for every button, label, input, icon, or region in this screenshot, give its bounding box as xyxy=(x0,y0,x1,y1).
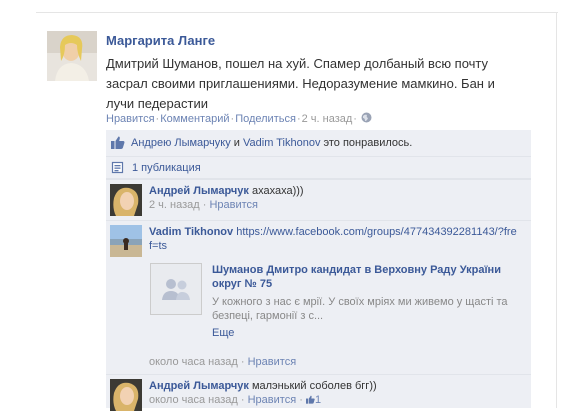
preview-description: У кожного з нас є мрії. У своїх мріях ми… xyxy=(212,296,508,322)
comment-text: малэнький соболев бгг)) xyxy=(248,380,377,392)
like-count-value: 1 xyxy=(314,394,322,406)
globe-icon[interactable] xyxy=(361,112,372,126)
feed-divider xyxy=(36,12,558,13)
comment-like-link[interactable]: Нравится xyxy=(248,356,297,368)
likes-suffix: это понравилось. xyxy=(320,137,413,149)
column-border xyxy=(556,12,557,408)
comment-author[interactable]: Андрей Лымарчук xyxy=(149,185,249,197)
comment-timestamp[interactable]: около часа назад xyxy=(149,356,238,368)
comment-author[interactable]: Vadim Tikhonov xyxy=(149,226,233,238)
comment-like-link[interactable]: Нравится xyxy=(248,394,297,406)
author-avatar[interactable] xyxy=(47,31,97,81)
share-icon xyxy=(111,161,124,177)
comment-timestamp[interactable]: 2 ч. назад xyxy=(149,199,200,211)
link-preview[interactable]: Шуманов Дмитро кандидат в Верховну Раду … xyxy=(150,263,520,347)
comment-like-count[interactable]: 1 xyxy=(305,394,322,406)
liker-link-2[interactable]: Vadim Tikhonov xyxy=(243,137,320,149)
comment-item: Vadim Tikhonov https://www.facebook.com/… xyxy=(106,220,531,376)
commenter-avatar[interactable] xyxy=(110,379,142,411)
comment-item: Андрей Лымарчук ахахаха))) 2 ч. назад · … xyxy=(106,179,531,220)
post-text: Дмитрий Шуманов, пошел на хуй. Спамер до… xyxy=(106,56,495,111)
preview-title[interactable]: Шуманов Дмитро кандидат в Верховну Раду … xyxy=(212,263,512,291)
comment-author[interactable]: Андрей Лымарчук xyxy=(149,380,249,392)
comment-body: Андрей Лымарчук ахахаха))) 2 ч. назад · … xyxy=(149,185,304,211)
comment-body: Vadim Tikhonov https://www.facebook.com/… xyxy=(149,225,519,253)
comment-body: Андрей Лымарчук малэнький соболев бгг)) … xyxy=(149,380,377,406)
shares-count[interactable]: 1 публикация xyxy=(132,162,201,174)
comment-meta: около часа назад · Нравится xyxy=(149,356,297,368)
comment-link[interactable]: Комментарий xyxy=(160,113,229,125)
comment-text: ахахаха))) xyxy=(248,185,304,197)
commenter-avatar[interactable] xyxy=(110,225,142,257)
commenter-avatar[interactable] xyxy=(110,184,142,216)
thumbs-up-icon xyxy=(305,395,315,404)
shares-summary[interactable]: 1 публикация xyxy=(106,157,531,179)
comment-item: Андрей Лымарчук малэнький соболев бгг)) … xyxy=(106,374,531,411)
thumbs-up-icon xyxy=(111,136,125,152)
likes-conj: и xyxy=(230,137,243,149)
comment-timestamp[interactable]: около часа назад xyxy=(149,394,238,406)
like-link[interactable]: Нравится xyxy=(106,113,155,125)
post-timestamp[interactable]: 2 ч. назад xyxy=(302,113,353,125)
liker-link-1[interactable]: Андрею Лымарчуку xyxy=(131,137,231,149)
feedback-panel: Андрею Лымарчуку и Vadim Tikhonov это по… xyxy=(106,130,531,411)
preview-more-link[interactable]: Еще xyxy=(212,327,234,339)
group-icon[interactable] xyxy=(150,263,202,315)
share-link[interactable]: Поделиться xyxy=(235,113,296,125)
post-actions: Нравится·Комментарий·Поделиться·2 ч. наз… xyxy=(106,112,372,126)
likes-summary: Андрею Лымарчуку и Vadim Tikhonov это по… xyxy=(106,130,531,157)
comment-like-link[interactable]: Нравится xyxy=(209,199,258,211)
post-author-name[interactable]: Маргарита Ланге xyxy=(106,33,215,48)
